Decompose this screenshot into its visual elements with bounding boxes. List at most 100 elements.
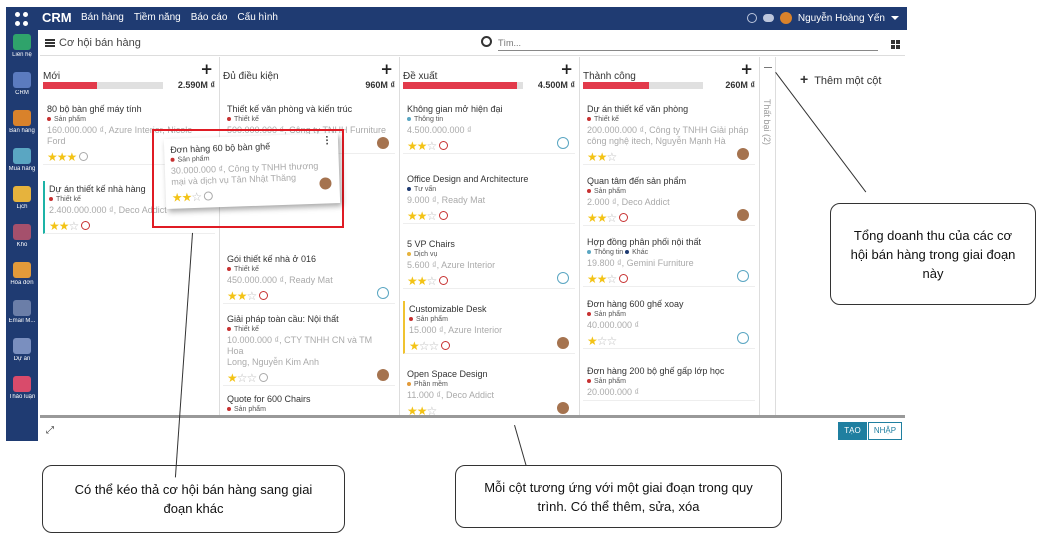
priority-stars[interactable]: ★★☆ — [172, 190, 202, 205]
opportunity-card[interactable]: Đơn hàng 200 bộ ghế gấp lớp học Sản phẩm … — [583, 363, 755, 401]
sidebar-item-2[interactable]: Bán hàng — [6, 110, 38, 134]
priority-stars[interactable]: ★★☆ — [407, 274, 437, 288]
chat-bubble-icon[interactable] — [762, 14, 774, 22]
add-column-label: Thêm một cột — [814, 75, 882, 87]
hamburger-icon[interactable] — [45, 39, 55, 47]
menu-ban-hang[interactable]: Bán hàng — [81, 12, 124, 23]
card-menu-icon[interactable]: ⋮ — [322, 135, 332, 146]
opportunity-card[interactable]: Giải pháp toàn cầu: Nội thất Thiết kế 10.… — [223, 311, 395, 386]
column-progress-bar[interactable] — [43, 82, 163, 89]
create-button[interactable]: TẠO — [838, 422, 867, 440]
card-tags: Thiết kế — [227, 325, 391, 335]
card-tag: Sản phẩm — [234, 406, 266, 413]
column-title[interactable]: Mới — [43, 71, 60, 82]
priority-stars[interactable]: ★☆☆ — [587, 334, 617, 348]
folded-column-that-bai[interactable]: Thất bại (2) — [760, 57, 776, 415]
activity-clock-icon[interactable] — [439, 211, 449, 221]
dragged-card[interactable]: ⋮ Đơn hàng 60 bộ bàn ghế Sản phẩm 30.000… — [163, 132, 341, 210]
menu-cau-hinh[interactable]: Cấu hình — [237, 12, 278, 23]
activity-clock-icon[interactable] — [203, 191, 214, 201]
app-brand[interactable]: CRM — [42, 10, 72, 25]
avatar — [377, 369, 389, 381]
opportunity-card[interactable]: Đơn hàng 600 ghế xoay Sản phẩm 40.000.000… — [583, 296, 755, 349]
activity-clock-icon[interactable] — [259, 291, 269, 301]
add-column-button[interactable]: + Thêm một cột — [800, 71, 881, 87]
quick-add-icon[interactable]: + — [560, 60, 573, 78]
search-icon[interactable] — [481, 36, 492, 47]
card-info: 200.000.000 ₫, Công ty TNHH Giải pháp — [587, 125, 749, 135]
sidebar-item-0[interactable]: Liên hệ — [6, 34, 38, 58]
quick-add-icon[interactable]: + — [200, 60, 213, 78]
callout-stage-text: Mỗi cột tương ứng với một giai đoạn tron… — [484, 479, 753, 514]
column-title[interactable]: Đề xuất — [403, 71, 437, 82]
expand-icon[interactable]: ⤢ — [46, 425, 54, 436]
search-input[interactable] — [498, 35, 878, 51]
apps-grid-icon[interactable] — [15, 12, 29, 26]
priority-stars[interactable]: ★★☆ — [407, 404, 437, 415]
card-tags: Thiết kế — [587, 115, 751, 125]
folded-column-label: Thất bại (2) — [762, 99, 772, 146]
activity-clock-icon[interactable] — [439, 141, 449, 151]
priority-stars[interactable]: ★★☆ — [227, 289, 257, 303]
kanban-view-icon[interactable] — [891, 40, 900, 49]
activity-clock-icon[interactable] — [81, 221, 91, 231]
priority-stars[interactable]: ★☆☆ — [409, 339, 439, 353]
opportunity-card[interactable]: Hợp đồng phân phối nội thất Thông tin Khá… — [583, 234, 755, 287]
sidebar-item-8[interactable]: Dự án — [6, 338, 38, 362]
card-tags: Sản phẩm — [587, 187, 751, 197]
activity-clock-icon[interactable] — [259, 373, 269, 383]
column-title[interactable]: Đủ điều kiện — [223, 71, 279, 82]
opportunity-card[interactable]: Gói thiết kế nhà ở 016 Thiết kế 450.000.0… — [223, 251, 395, 304]
sidebar-item-9[interactable]: Thảo luận — [6, 376, 38, 400]
top-menu: Bán hàng Tiềm năng Báo cáo Cấu hình — [81, 12, 278, 23]
quick-add-icon[interactable]: + — [740, 60, 753, 78]
user-name[interactable]: Nguyễn Hoàng Yến — [798, 13, 885, 24]
activity-clock-icon[interactable] — [439, 276, 449, 286]
priority-stars[interactable]: ★☆☆ — [227, 371, 257, 385]
card-info: 11.000 ₫, Deco Addict — [407, 390, 495, 400]
priority-stars[interactable]: ★★☆ — [407, 139, 437, 153]
opportunity-card[interactable]: Open Space Design Phần mềm 11.000 ₫, Deco… — [403, 366, 575, 415]
opportunity-card[interactable]: Quote for 600 Chairs Sản phẩm — [223, 391, 395, 415]
user-avatar[interactable] — [779, 12, 792, 24]
sidebar-item-1[interactable]: CRM — [6, 72, 38, 96]
card-info: 9.000 ₫, Ready Mat — [407, 195, 486, 205]
activity-clock-icon[interactable] — [79, 152, 89, 162]
card-tags: Thiết kế — [227, 265, 391, 275]
fold-handle[interactable] — [764, 67, 772, 68]
sidebar-item-7[interactable]: Email M... — [6, 300, 38, 324]
opportunity-card[interactable]: Office Design and Architecture Tư vấn 9.0… — [403, 171, 575, 224]
caret-down-icon[interactable] — [891, 16, 899, 20]
priority-stars[interactable]: ★★☆ — [587, 211, 617, 225]
card-footer: ★★☆ — [587, 209, 751, 225]
opportunity-card[interactable]: Customizable Desk Sản phẩm 15.000 ₫, Azur… — [403, 301, 575, 354]
priority-stars[interactable]: ★★★ — [47, 150, 77, 164]
activity-clock-icon[interactable] — [619, 213, 629, 223]
card-title: Customizable Desk — [409, 304, 487, 314]
avatar — [557, 337, 569, 349]
priority-stars[interactable]: ★★☆ — [49, 219, 79, 233]
sidebar-item-3[interactable]: Mua hàng — [6, 148, 38, 172]
column-title[interactable]: Thành công — [583, 71, 636, 82]
activity-clock-icon[interactable] — [441, 341, 451, 351]
column-progress-bar[interactable] — [583, 82, 703, 89]
quick-add-icon[interactable]: + — [380, 60, 393, 78]
sidebar-item-5[interactable]: Kho — [6, 224, 38, 248]
priority-stars[interactable]: ★★☆ — [587, 272, 617, 286]
opportunity-card[interactable]: Quan tâm đến sản phẩm Sản phẩm 2.000 ₫, D… — [583, 173, 755, 226]
opportunity-card[interactable]: Không gian mở hiện đại Thông tin 4.500.00… — [403, 101, 575, 154]
sidebar-item-4[interactable]: Lịch — [6, 186, 38, 210]
opportunity-card[interactable]: 5 VP Chairs Dịch vụ 5.600 ₫, Azure Interi… — [403, 236, 575, 289]
tag-dot — [625, 250, 630, 255]
column-progress-bar[interactable] — [403, 82, 523, 89]
menu-bao-cao[interactable]: Báo cáo — [191, 12, 228, 23]
priority-stars[interactable]: ★★☆ — [407, 209, 437, 223]
activity-clock-icon[interactable] — [619, 274, 629, 284]
menu-tiem-nang[interactable]: Tiềm năng — [134, 12, 181, 23]
sidebar-item-6[interactable]: Hóa đơn — [6, 262, 38, 286]
card-footer: ★☆☆ — [227, 369, 391, 385]
priority-stars[interactable]: ★★☆ — [587, 150, 617, 164]
activity-clock-icon[interactable] — [746, 13, 757, 23]
opportunity-card[interactable]: Dự án thiết kế văn phòng Thiết kế 200.000… — [583, 101, 755, 165]
import-button[interactable]: NHẬP — [868, 422, 902, 440]
